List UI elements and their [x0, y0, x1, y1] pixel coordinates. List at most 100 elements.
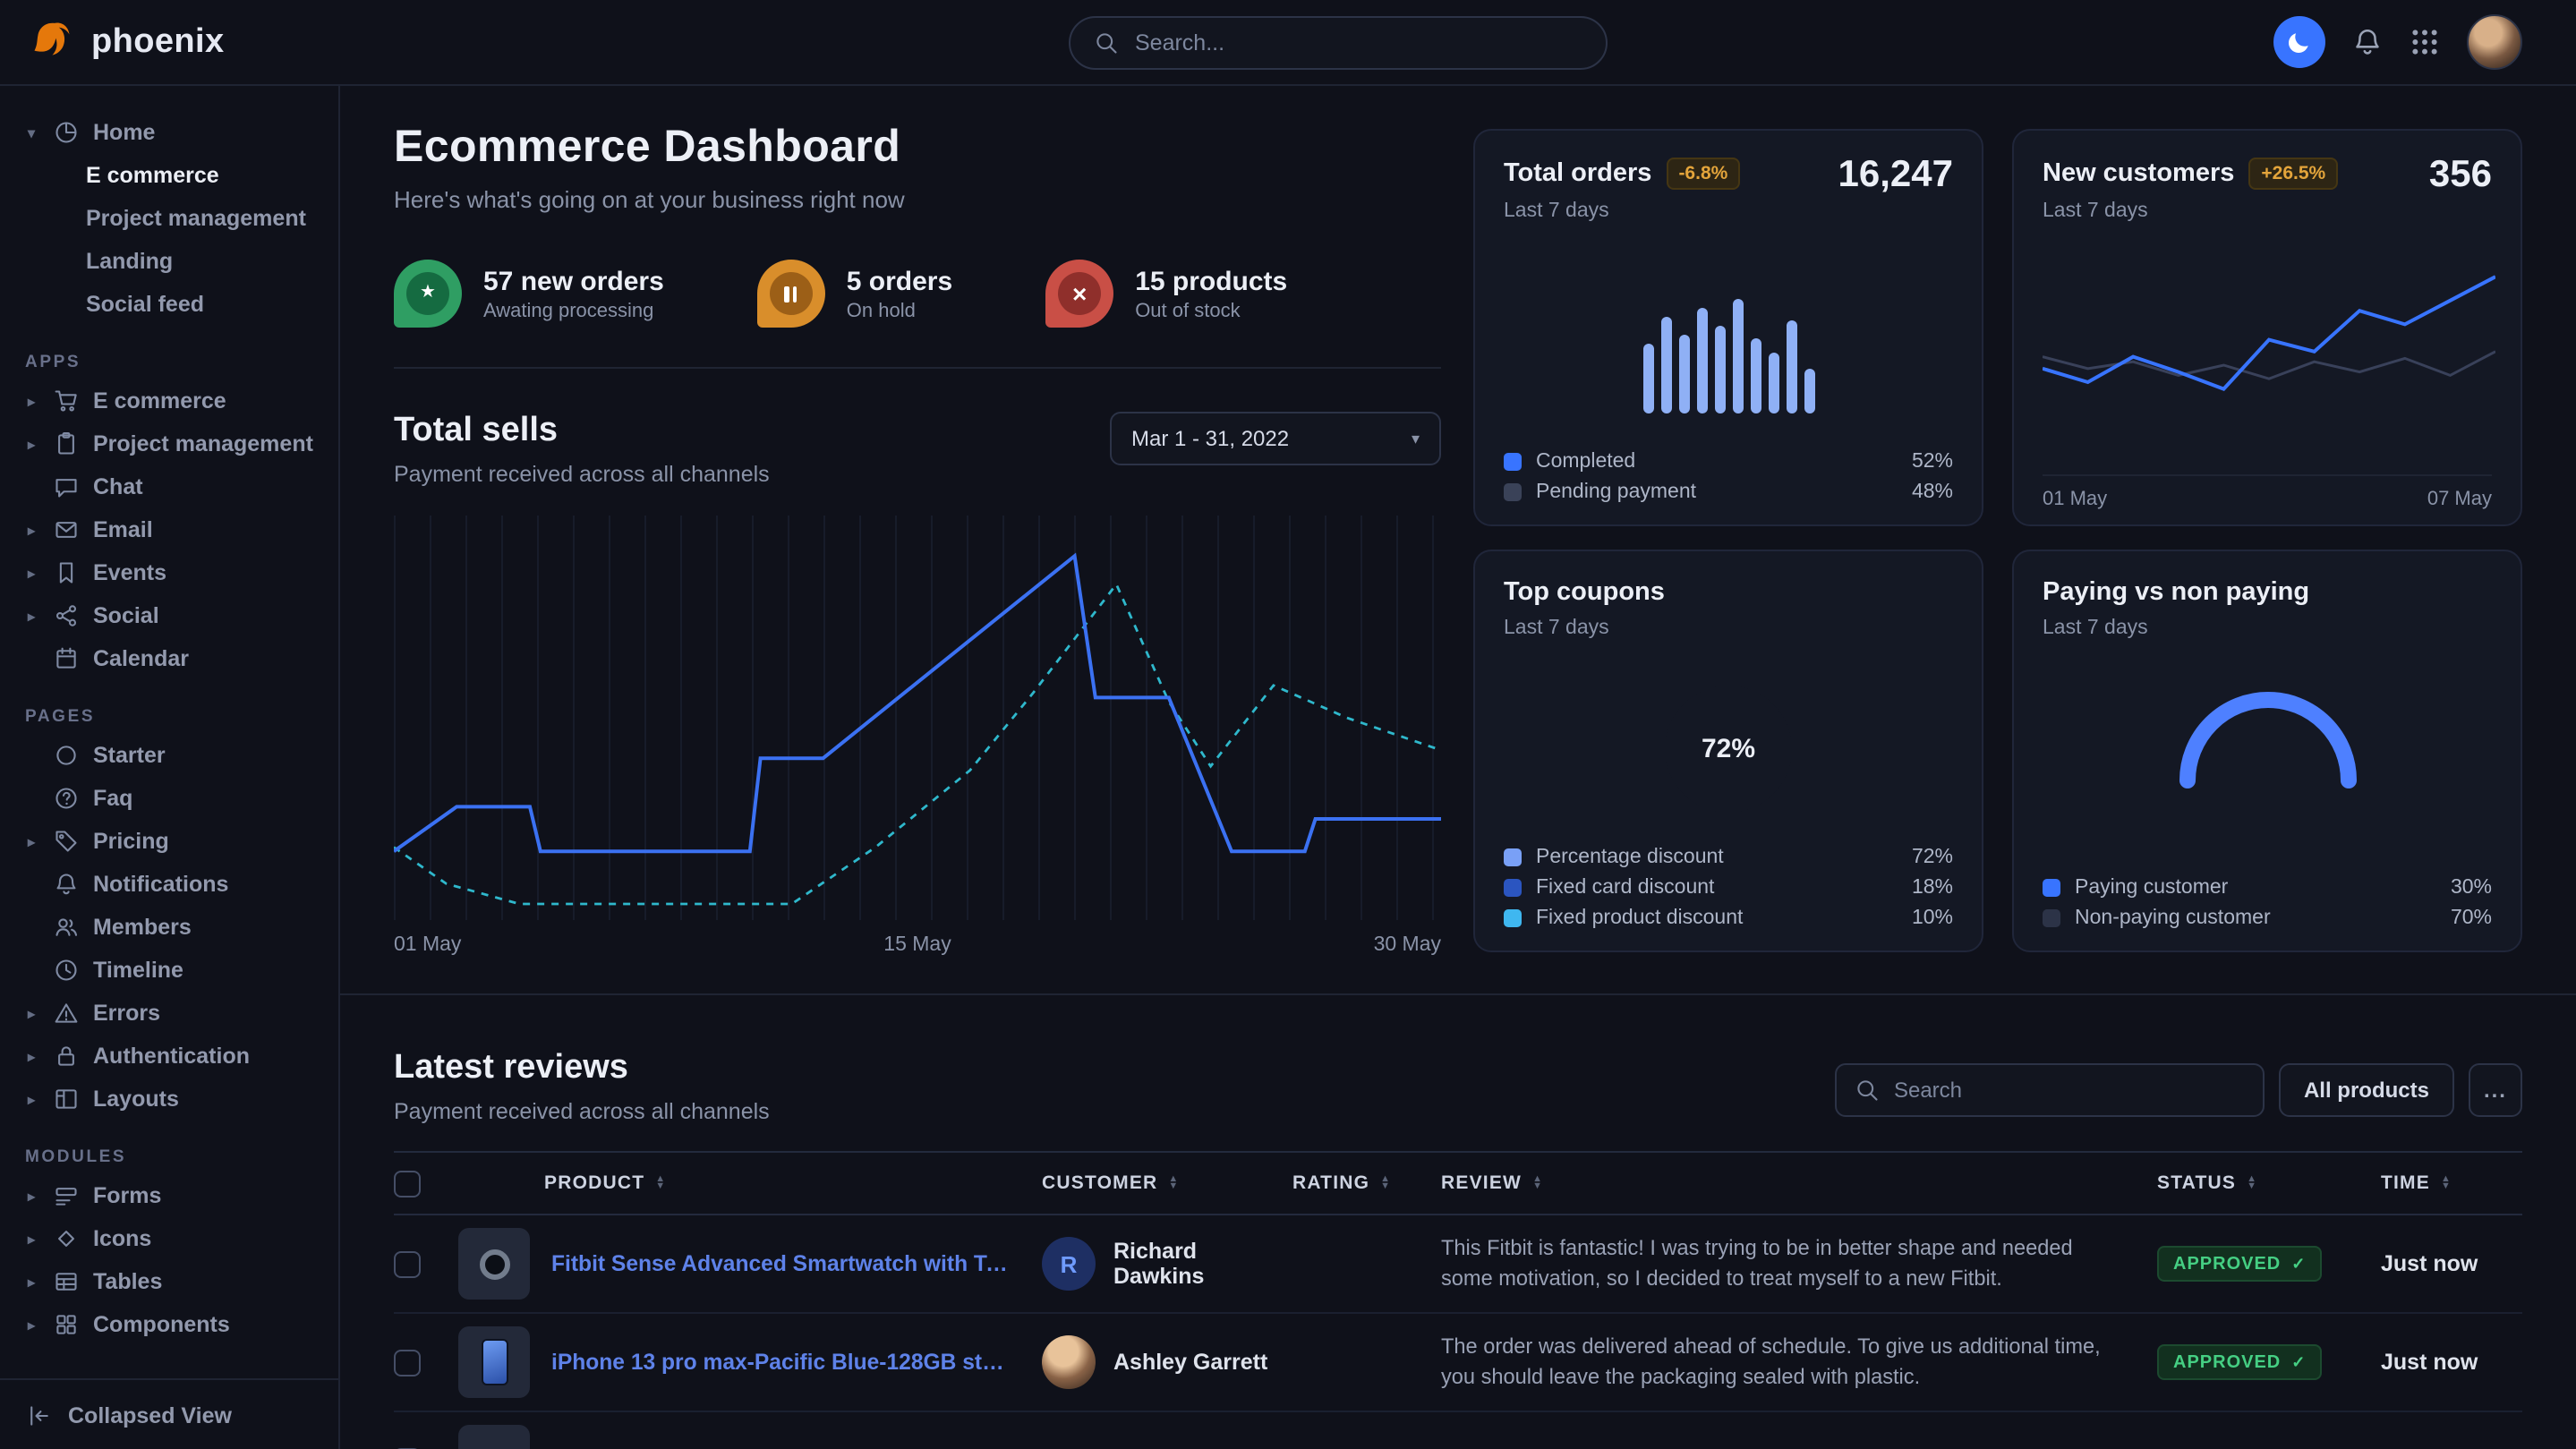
x-axis-label: 30 May — [1374, 934, 1441, 956]
reviews-subtitle: Payment received across all channels — [394, 1099, 770, 1124]
sidebar-item-project-management-app[interactable]: ▸Project management — [0, 422, 338, 465]
sidebar-item-label: Components — [93, 1312, 230, 1337]
x-icon: × — [1045, 260, 1113, 328]
sidebar-item-e-commerce-dashboard[interactable]: E commerce — [0, 154, 338, 197]
select-all-checkbox[interactable] — [394, 1170, 421, 1197]
share-icon — [54, 603, 79, 628]
date-range-select[interactable]: Mar 1 - 31, 2022 ▾ — [1110, 412, 1441, 465]
paying-vs-nonpaying-card: Paying vs non paying Last 7 days Paying … — [2012, 550, 2522, 952]
reviews-search[interactable] — [1835, 1063, 2265, 1117]
sidebar-item-label: Layouts — [93, 1087, 179, 1112]
notifications-button[interactable] — [2352, 27, 2383, 57]
column-header-review[interactable]: REVIEW▲▼ — [1441, 1172, 2157, 1194]
card-value: 16,247 — [1838, 154, 1953, 197]
sidebar-item-icons[interactable]: ▸Icons — [0, 1217, 338, 1260]
donut-center-value: 72% — [1648, 668, 1809, 829]
total-sells-x-axis: 01 May 15 May 30 May — [394, 934, 1441, 956]
sidebar-item-pricing[interactable]: ▸ Pricing — [0, 820, 338, 863]
envelope-icon — [54, 517, 79, 542]
sidebar-item-forms[interactable]: ▸Forms — [0, 1174, 338, 1217]
stat-value: 15 products — [1135, 266, 1287, 296]
table-icon — [54, 1269, 79, 1294]
sort-icon: ▲▼ — [2247, 1175, 2257, 1191]
sidebar-item-faq[interactable]: Faq — [0, 777, 338, 820]
sidebar-item-landing[interactable]: Landing — [0, 240, 338, 283]
column-header-status[interactable]: STATUS▲▼ — [2157, 1172, 2381, 1194]
collapsed-view-toggle[interactable]: Collapsed View — [0, 1378, 338, 1449]
sidebar-item-label: Calendar — [93, 646, 189, 671]
sidebar-item-label: Members — [93, 915, 192, 940]
sidebar-item-chat[interactable]: Chat — [0, 465, 338, 508]
global-search[interactable] — [1069, 15, 1608, 69]
sort-icon: ▲▼ — [2441, 1175, 2452, 1191]
global-search-input[interactable] — [1135, 30, 1582, 55]
sidebar-item-label: Pricing — [93, 829, 169, 854]
sidebar-item-tables[interactable]: ▸Tables — [0, 1260, 338, 1303]
product-link[interactable]: iPhone 13 pro max-Pacific Blue-128GB sto… — [551, 1350, 1042, 1375]
sidebar-item-components[interactable]: ▸ Components — [0, 1303, 338, 1346]
search-icon — [1094, 30, 1119, 55]
cart-icon — [54, 388, 79, 413]
clipboard-icon — [54, 431, 79, 456]
sidebar-item-members[interactable]: Members — [0, 906, 338, 949]
column-header-time[interactable]: TIME▲▼ — [2381, 1172, 2522, 1194]
total-sells-chart — [394, 516, 1441, 920]
product-link[interactable]: Fitbit Sense Advanced Smartwatch with To… — [551, 1251, 1042, 1276]
collapse-icon — [27, 1402, 52, 1428]
sidebar-item-label: Home — [93, 120, 155, 145]
legend-item: Completed52% — [1504, 446, 1953, 476]
review-text: This Fitbit is fantastic! I was trying t… — [1441, 1233, 2157, 1294]
column-header-product[interactable]: PRODUCT▲▼ — [458, 1172, 1042, 1194]
dark-mode-toggle[interactable] — [2273, 16, 2325, 68]
sidebar-item-social[interactable]: ▸Social — [0, 594, 338, 637]
sidebar-item-errors[interactable]: ▸Errors — [0, 992, 338, 1035]
sidebar-item-events[interactable]: ▸Events — [0, 551, 338, 594]
column-header-rating[interactable]: RATING▲▼ — [1292, 1172, 1441, 1194]
sidebar-item-layouts[interactable]: ▸Layouts — [0, 1078, 338, 1121]
user-avatar[interactable] — [2467, 14, 2522, 70]
card-title: Total orders — [1504, 159, 1651, 188]
pie-chart-icon — [54, 120, 79, 145]
customer-name: Ashley Garrett — [1113, 1350, 1267, 1375]
grid-icon — [2410, 27, 2440, 57]
sidebar-item-email[interactable]: ▸Email — [0, 508, 338, 551]
sidebar-item-starter[interactable]: Starter — [0, 734, 338, 777]
chevron-right-icon: ▸ — [23, 833, 39, 849]
sidebar-item-notifications[interactable]: Notifications — [0, 863, 338, 906]
sidebar-item-label: E commerce — [93, 388, 226, 413]
puzzle-icon — [54, 1312, 79, 1337]
table-row: Fitbit Sense Advanced Smartwatch with To… — [394, 1215, 2522, 1314]
all-products-button[interactable]: All products — [2279, 1063, 2454, 1117]
sidebar-item-label: Forms — [93, 1183, 161, 1208]
search-icon — [1855, 1078, 1880, 1103]
row-checkbox[interactable] — [394, 1250, 421, 1277]
more-options-button[interactable]: ... — [2469, 1063, 2522, 1117]
product-image — [458, 1228, 530, 1300]
chevron-right-icon: ▸ — [23, 436, 39, 452]
sidebar-item-label: Notifications — [93, 872, 228, 897]
sidebar-item-label: Errors — [93, 1001, 160, 1026]
apps-grid-button[interactable] — [2410, 27, 2440, 57]
sidebar-item-home[interactable]: ▾ Home — [0, 111, 338, 154]
reviews-search-input[interactable] — [1894, 1078, 2245, 1103]
sidebar-item-authentication[interactable]: ▸Authentication — [0, 1035, 338, 1078]
reviews-title: Latest reviews — [394, 1049, 770, 1088]
status-badge: APPROVED✓ — [2157, 1246, 2322, 1282]
column-header-customer[interactable]: CUSTOMER▲▼ — [1042, 1172, 1292, 1194]
main-content: Ecommerce Dashboard Here's what's going … — [340, 86, 2576, 1449]
chevron-right-icon: ▸ — [23, 1317, 39, 1333]
phoenix-logo-icon — [29, 19, 75, 65]
legend-item: Fixed product discount10% — [1504, 902, 1953, 933]
product-image — [458, 1326, 530, 1398]
row-checkbox[interactable] — [394, 1349, 421, 1376]
table-header: PRODUCT▲▼ CUSTOMER▲▼ RATING▲▼ REVIEW▲▼ S… — [394, 1151, 2522, 1215]
sort-icon: ▲▼ — [655, 1175, 666, 1191]
sidebar-item-project-management-dashboard[interactable]: Project management — [0, 197, 338, 240]
sidebar-item-ecommerce-app[interactable]: ▸E commerce — [0, 379, 338, 422]
section-divider — [394, 367, 1441, 369]
sidebar-item-timeline[interactable]: Timeline — [0, 949, 338, 992]
new-customers-line-chart — [2043, 263, 2495, 433]
brand[interactable]: phoenix — [29, 19, 225, 65]
sidebar-item-social-feed[interactable]: Social feed — [0, 283, 338, 326]
sidebar-item-calendar[interactable]: Calendar — [0, 637, 338, 680]
